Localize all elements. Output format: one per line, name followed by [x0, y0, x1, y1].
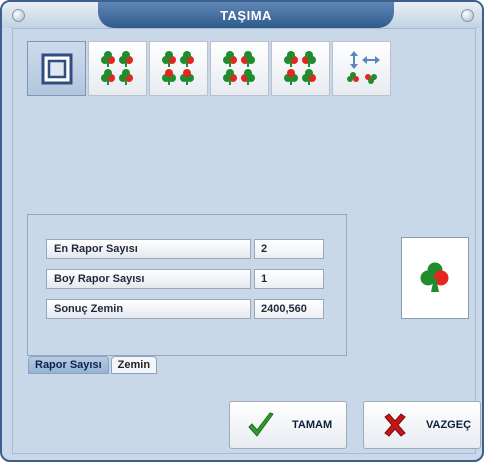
ok-button[interactable]: TAMAM — [229, 401, 347, 449]
en-rapor-input[interactable]: 2 — [254, 239, 324, 259]
club-icon — [420, 262, 449, 292]
cross-icon — [378, 408, 412, 442]
content-panel: En Rapor Sayısı 2 Boy Rapor Sayısı 1 Son… — [12, 28, 481, 454]
tab-zemin[interactable]: Zemin — [110, 356, 158, 374]
en-rapor-label: En Rapor Sayısı — [46, 239, 251, 259]
checkmark-icon — [244, 408, 278, 442]
boy-rapor-input[interactable]: 1 — [254, 269, 324, 289]
move-arrows-icon — [346, 50, 380, 84]
tab-rapor-sayisi[interactable]: Rapor Sayısı — [28, 356, 109, 374]
dialog-window: TAŞIMA En Rapor Sayısı 2 Boy Rapor Sayıs… — [0, 0, 484, 462]
close-button[interactable] — [461, 9, 474, 22]
title-bar: TAŞIMA — [2, 2, 482, 28]
sonuc-zemin-value: 2400,560 — [254, 299, 324, 319]
window-menu-button[interactable] — [12, 9, 25, 22]
title-tab: TAŞIMA — [98, 2, 394, 28]
tool-pattern-2-button[interactable] — [149, 41, 208, 96]
toolbar — [27, 41, 393, 96]
tool-pattern-4-button[interactable] — [271, 41, 330, 96]
tool-pattern-1-button[interactable] — [88, 41, 147, 96]
cancel-button[interactable]: VAZGEÇ — [363, 401, 481, 449]
ok-button-label: TAMAM — [292, 419, 333, 431]
window-title: TAŞIMA — [220, 7, 272, 23]
report-count-group: En Rapor Sayısı 2 Boy Rapor Sayısı 1 Son… — [27, 214, 347, 356]
square-frame-icon — [41, 53, 72, 84]
tab-bar: Rapor Sayısı Zemin — [28, 356, 159, 374]
pattern-preview — [401, 237, 469, 319]
club-pattern-4-icon — [283, 50, 316, 85]
tool-move-button[interactable] — [332, 41, 391, 96]
sonuc-zemin-label: Sonuç Zemin — [46, 299, 251, 319]
tool-frame-button[interactable] — [27, 41, 86, 96]
boy-rapor-label: Boy Rapor Sayısı — [46, 269, 251, 289]
tool-pattern-3-button[interactable] — [210, 41, 269, 96]
club-pattern-2-icon — [161, 50, 194, 85]
club-pattern-1-icon — [100, 50, 133, 85]
club-pattern-3-icon — [222, 50, 255, 85]
cancel-button-label: VAZGEÇ — [426, 419, 472, 431]
